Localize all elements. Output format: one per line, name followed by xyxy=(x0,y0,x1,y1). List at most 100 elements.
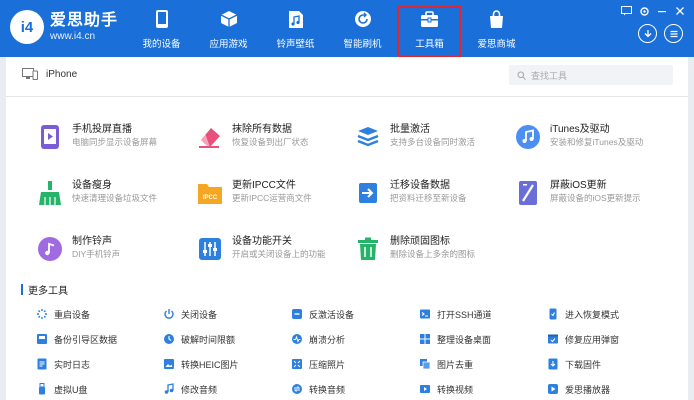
more-tools-header: 更多工具 xyxy=(21,282,68,297)
search-icon xyxy=(517,70,526,80)
edit-audio-icon xyxy=(163,383,175,395)
phone-icon xyxy=(152,9,172,29)
tool-title: 批量激活 xyxy=(390,124,430,135)
tool-desc: 开启或关闭设备上的功能 xyxy=(232,249,326,259)
device-header: iPhone xyxy=(22,68,77,80)
tool-device-switches[interactable]: 设备功能开关开启或关闭设备上的功能 xyxy=(196,235,346,265)
app-url: www.i4.cn xyxy=(50,31,96,42)
tool-itunes-drivers[interactable]: iTunes及驱动 安装和修复iTunes及驱动 xyxy=(514,123,664,153)
more-tool-restart[interactable]: 重启设备 xyxy=(36,306,90,322)
more-tool-label: 反激活设备 xyxy=(309,309,355,320)
more-tool-convert-video[interactable]: 转换视频 xyxy=(419,381,473,397)
nav-label: 爱思商城 xyxy=(477,39,516,50)
more-tool-label: 关闭设备 xyxy=(181,309,218,320)
compress-photo-icon xyxy=(291,358,303,370)
more-tool-label: 修改音频 xyxy=(181,384,218,395)
deactivate-icon xyxy=(291,308,303,320)
tool-title: iTunes及驱动 xyxy=(550,124,610,135)
tool-device-slimming[interactable]: 设备瘦身 快速清理设备垃圾文件 xyxy=(36,179,186,209)
search-placeholder: 查找工具 xyxy=(531,70,568,81)
download-icon xyxy=(644,29,651,37)
download-firmware-icon xyxy=(547,358,559,370)
more-tool-recovery-mode[interactable]: 进入恢复模式 xyxy=(547,306,619,322)
tool-desc: 把资料迁移至新设备 xyxy=(390,193,467,203)
download-manager-button[interactable] xyxy=(638,24,657,43)
tool-delete-stubborn-icons[interactable]: 删除顽固图标 删除设备上多余的图标 xyxy=(354,235,504,265)
more-tool-edit-audio[interactable]: 修改音频 xyxy=(163,381,217,397)
tool-block-ios-update[interactable]: 屏蔽iOS更新 屏蔽设备的iOS更新提示 xyxy=(514,179,664,209)
minimize-icon[interactable] xyxy=(656,5,668,17)
tool-title: 更新IPCC文件 xyxy=(232,180,296,191)
more-tool-label: 打开SSH通道 xyxy=(437,309,492,320)
arrange-desktop-icon xyxy=(419,333,431,345)
tool-title: 迁移设备数据 xyxy=(390,180,450,191)
ssh-icon xyxy=(419,308,431,320)
more-tool-crash-analysis[interactable]: 崩溃分析 xyxy=(291,331,345,347)
tool-desc: DIY手机铃声 xyxy=(72,249,121,259)
settings-icon[interactable] xyxy=(638,5,650,17)
more-tool-deactivate[interactable]: 反激活设备 xyxy=(291,306,354,322)
more-tool-compress-photo[interactable]: 压缩照片 xyxy=(291,356,345,372)
restart-icon xyxy=(36,308,48,320)
recovery-mode-icon xyxy=(547,308,559,320)
more-tool-label: 图片去重 xyxy=(437,359,474,370)
nav-label: 我的设备 xyxy=(142,39,181,50)
tool-update-ipcc[interactable]: IPCC 更新IPCC文件 更新IPCC运营商文件 xyxy=(196,179,346,209)
nav-apps-games[interactable]: 应用游戏 xyxy=(195,0,262,57)
power-icon xyxy=(163,308,175,320)
broom-icon xyxy=(36,179,63,206)
more-tool-shutdown[interactable]: 关闭设备 xyxy=(163,306,217,322)
tool-desc: 更新IPCC运营商文件 xyxy=(232,193,312,203)
nav-toolbox[interactable]: 工具箱 xyxy=(396,0,463,58)
toolbox-panel: iPhone 查找工具 手机投屏直播 电脑同步显示设备屏幕 抹除所有数据 恢复设备到… xyxy=(6,57,688,400)
more-tool-fix-popup[interactable]: 修复应用弹窗 xyxy=(547,331,619,347)
brand: 爱思助手 www.i4.cn xyxy=(50,12,118,43)
nav-smart-flash[interactable]: 智能刷机 xyxy=(329,0,396,57)
nav-label: 工具箱 xyxy=(415,39,444,50)
tool-title: 抹除所有数据 xyxy=(232,124,292,135)
close-icon[interactable] xyxy=(674,5,686,17)
more-tool-ssh[interactable]: 打开SSH通道 xyxy=(419,306,492,322)
tool-desc: 删除设备上多余的图标 xyxy=(390,249,476,259)
convert-video-icon xyxy=(419,383,431,395)
more-tool-convert-audio[interactable]: 转换音频 xyxy=(291,381,345,397)
crash-analysis-icon xyxy=(291,333,303,345)
more-tool-download-firmware[interactable]: 下载固件 xyxy=(547,356,601,372)
tool-title: 设备功能开关 xyxy=(232,236,292,247)
nav-i4-store[interactable]: 爱思商城 xyxy=(463,0,530,57)
tool-make-ringtone[interactable]: 制作铃声 DIY手机铃声 xyxy=(36,235,186,265)
more-tool-label: 转换音频 xyxy=(309,384,346,395)
eraser-icon xyxy=(196,123,223,150)
more-tool-dedupe-image[interactable]: 图片去重 xyxy=(419,356,473,372)
more-tool-i4-player[interactable]: 爱思播放器 xyxy=(547,381,610,397)
menu-icon xyxy=(670,30,677,37)
refresh-icon xyxy=(353,9,373,29)
more-tool-backup-boot[interactable]: 备份引导区数据 xyxy=(36,331,117,347)
more-tool-arrange-desktop[interactable]: 整理设备桌面 xyxy=(419,331,491,347)
tool-migrate-data[interactable]: 迁移设备数据把资料迁移至新设备 xyxy=(354,179,504,209)
nav-my-device[interactable]: 我的设备 xyxy=(128,0,195,57)
tool-erase-all-data[interactable]: 抹除所有数据 恢复设备到出厂状态 xyxy=(196,123,346,153)
more-tool-label: 修复应用弹窗 xyxy=(565,334,620,345)
player-icon xyxy=(547,383,559,395)
dedupe-image-icon xyxy=(419,358,431,370)
tool-batch-activate[interactable]: 批量激活 支持多台设备同时激活 xyxy=(354,123,504,153)
virtual-usb-icon xyxy=(36,383,48,395)
nav-label: 铃声壁纸 xyxy=(276,39,315,50)
more-tool-virtual-usb[interactable]: 虚拟U盘 xyxy=(36,381,88,397)
more-tool-time-limit[interactable]: 破解时间限额 xyxy=(163,331,235,347)
more-tool-label: 重启设备 xyxy=(54,309,91,320)
more-tool-label: 爱思播放器 xyxy=(565,384,611,395)
menu-button[interactable] xyxy=(664,24,683,43)
more-tool-label: 转换HEIC图片 xyxy=(181,359,239,370)
tool-screen-mirror[interactable]: 手机投屏直播 电脑同步显示设备屏幕 xyxy=(36,123,186,153)
feedback-icon[interactable] xyxy=(620,5,632,17)
tool-desc: 屏蔽设备的iOS更新提示 xyxy=(550,193,641,203)
nav-ringtones-wallpapers[interactable]: 铃声壁纸 xyxy=(262,0,329,57)
more-tool-realtime-log[interactable]: 实时日志 xyxy=(36,356,90,372)
app-name: 爱思助手 xyxy=(50,12,119,29)
search-box[interactable]: 查找工具 xyxy=(509,65,673,85)
heic-convert-icon xyxy=(163,358,175,370)
migrate-icon xyxy=(354,179,381,206)
more-tool-heic-convert[interactable]: 转换HEIC图片 xyxy=(163,356,239,372)
